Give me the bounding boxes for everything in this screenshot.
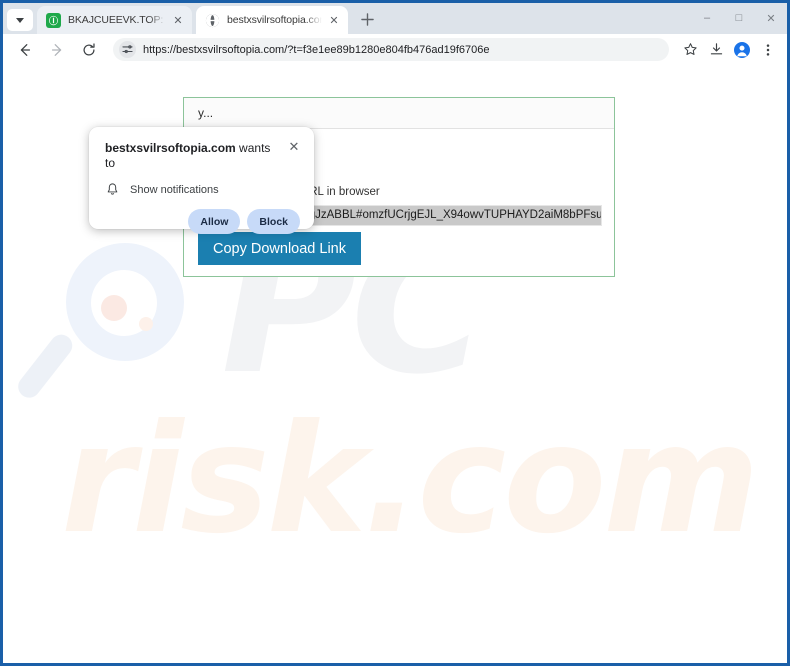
watermark-lens-handle	[13, 330, 77, 403]
watermark-lens-hole	[91, 270, 157, 336]
tab-crypto-casino[interactable]: Ⓘ BKAJCUEEVK.TOP: Crypto Casin ✕	[37, 6, 192, 34]
permission-actions: Allow Block	[105, 209, 302, 234]
block-button[interactable]: Block	[247, 209, 300, 234]
close-icon[interactable]: ✕	[286, 139, 302, 155]
reload-button[interactable]	[75, 36, 103, 64]
globe-icon	[205, 13, 220, 28]
permission-title: bestxsvilrsoftopia.com wants to	[105, 141, 281, 171]
new-tab-button[interactable]	[354, 6, 380, 32]
address-bar[interactable]: https://bestxsvilrsoftopia.com/?t=f3e1ee…	[113, 38, 669, 61]
permission-origin: bestxsvilrsoftopia.com	[105, 141, 236, 155]
chevron-down-icon	[16, 17, 24, 23]
allow-button[interactable]: Allow	[188, 209, 241, 234]
tab-close-icon[interactable]: ✕	[326, 12, 342, 28]
three-dot-menu-icon[interactable]	[755, 37, 781, 63]
profile-avatar-icon[interactable]	[729, 37, 755, 63]
casino-green-icon: Ⓘ	[46, 12, 61, 28]
tab-bestxsvilrsoftopia[interactable]: bestxsvilrsoftopia.com/?t=f3e1e ✕	[196, 6, 348, 34]
permission-title-row: bestxsvilrsoftopia.com wants to ✕	[105, 139, 302, 171]
maximize-button[interactable]: □	[723, 3, 755, 33]
close-window-button[interactable]: ✕	[755, 3, 787, 33]
site-settings-icon[interactable]	[119, 41, 136, 58]
forward-button[interactable]	[43, 36, 71, 64]
permission-option-row: Show notifications	[105, 182, 302, 198]
notification-permission-dialog: bestxsvilrsoftopia.com wants to ✕ Show n…	[89, 127, 314, 234]
page-viewport: PC risk.com y... s: 2025 Copy and paste …	[3, 65, 787, 663]
tab-strip: Ⓘ BKAJCUEEVK.TOP: Crypto Casin ✕ bestxsv…	[3, 3, 787, 34]
tab-title: BKAJCUEEVK.TOP: Crypto Casin	[68, 14, 166, 26]
tab-close-icon[interactable]: ✕	[170, 12, 186, 28]
back-button[interactable]	[11, 36, 39, 64]
watermark-text-risk: risk.com	[61, 393, 760, 567]
browser-window: Ⓘ BKAJCUEEVK.TOP: Crypto Casin ✕ bestxsv…	[0, 0, 790, 666]
download-icon[interactable]	[703, 37, 729, 63]
card-header: y...	[184, 98, 614, 129]
toolbar-icons	[677, 37, 787, 63]
tab-title: bestxsvilrsoftopia.com/?t=f3e1e	[227, 14, 322, 26]
watermark-lens	[66, 243, 184, 361]
tab-search-button[interactable]	[7, 9, 33, 31]
copy-download-link-button[interactable]: Copy Download Link	[198, 232, 361, 265]
star-icon[interactable]	[677, 37, 703, 63]
address-bar-url: https://bestxsvilrsoftopia.com/?t=f3e1ee…	[143, 43, 490, 56]
permission-option-label: Show notifications	[130, 184, 219, 196]
bell-icon	[105, 182, 121, 198]
watermark-dot-b	[139, 317, 153, 331]
watermark-dot-a	[101, 295, 127, 321]
minimize-button[interactable]: –	[691, 3, 723, 33]
window-controls: – □ ✕	[691, 3, 787, 33]
browser-toolbar: https://bestxsvilrsoftopia.com/?t=f3e1ee…	[3, 34, 787, 66]
